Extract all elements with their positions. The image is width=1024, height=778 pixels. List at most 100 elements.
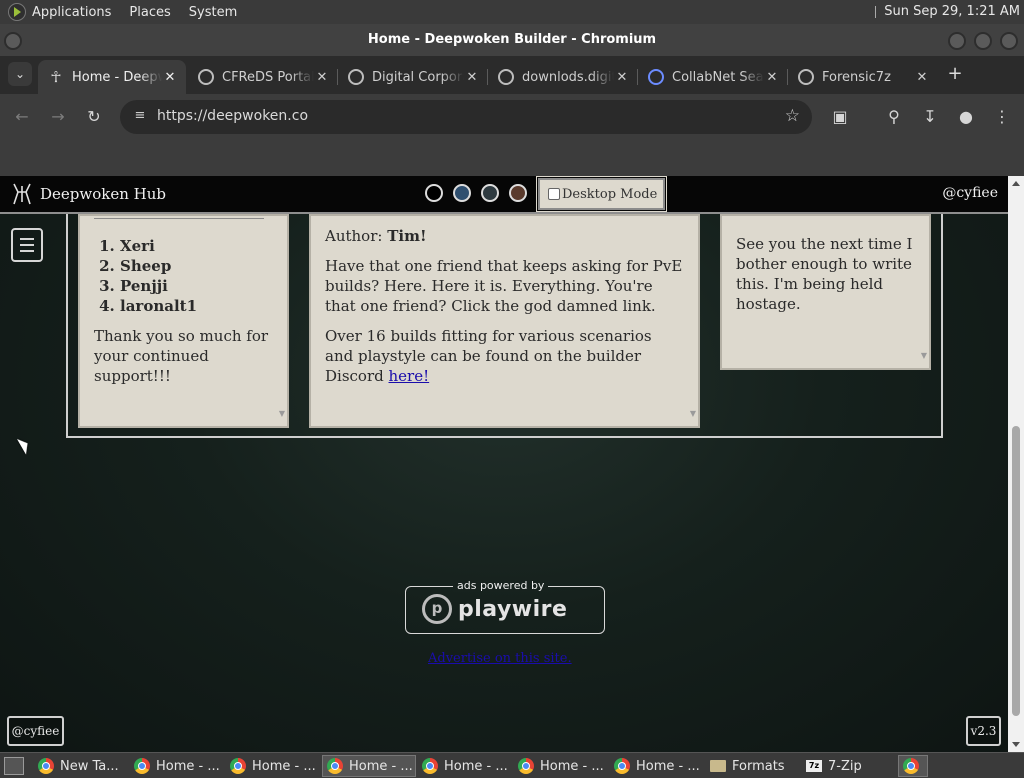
- menu-places[interactable]: Places: [129, 5, 170, 20]
- distro-logo-icon[interactable]: [8, 3, 26, 21]
- note-card: See you the next time I bother enough to…: [720, 214, 931, 370]
- scroll-down-arrow-icon[interactable]: [1012, 742, 1020, 747]
- theme-swatch[interactable]: [509, 184, 527, 202]
- taskbar-item-label: Home - ...: [540, 758, 604, 774]
- reload-icon[interactable]: ↻: [82, 105, 106, 129]
- resize-handle-icon[interactable]: ▼: [690, 404, 696, 424]
- window-titlebar[interactable]: Home - Deepwoken Builder - Chromium: [0, 24, 1024, 56]
- tab-label: downlods.digitalcorpora: [522, 69, 614, 85]
- site-info-icon[interactable]: ≡: [132, 108, 148, 124]
- tab-label: Digital Corpora: [372, 69, 464, 85]
- resize-handle-icon[interactable]: ▼: [921, 346, 927, 366]
- chromium-icon: [327, 758, 343, 774]
- menu-system[interactable]: System: [189, 5, 237, 20]
- theme-swatch[interactable]: [425, 184, 443, 202]
- user-handle[interactable]: @cyfiee: [942, 185, 998, 201]
- close-icon[interactable]: ✕: [162, 70, 178, 85]
- discord-link[interactable]: here!: [389, 367, 430, 385]
- maximize-icon[interactable]: [974, 32, 992, 50]
- chromium-icon: [422, 758, 438, 774]
- download-icon[interactable]: ↧: [918, 105, 942, 129]
- card-divider: [94, 218, 264, 219]
- window-menu-icon[interactable]: [4, 32, 22, 50]
- deepwoken-logo-icon: [13, 183, 31, 205]
- taskbar-item-label: Formats: [732, 758, 785, 774]
- tab-collabnet[interactable]: CollabNet Search ✕: [638, 60, 788, 94]
- close-icon[interactable]: ✕: [764, 70, 780, 85]
- taskbar-item[interactable]: [898, 755, 928, 777]
- minimize-icon[interactable]: [948, 32, 966, 50]
- footer-handle-badge[interactable]: @cyfiee: [7, 716, 64, 746]
- version-badge: v2.3: [966, 716, 1001, 746]
- tab-forensic7z[interactable]: Forensic7z ✕: [788, 60, 938, 94]
- taskbar-item[interactable]: Home - ...: [418, 755, 510, 777]
- extensions-icon[interactable]: ▣: [828, 105, 852, 129]
- playwire-ad-badge[interactable]: ads powered by p playwire: [405, 579, 605, 634]
- post-paragraph: Over 16 builds fitting for various scena…: [325, 326, 684, 386]
- playwire-wordmark: playwire: [458, 596, 568, 622]
- page-scrollbar[interactable]: [1008, 176, 1024, 752]
- profile-icon[interactable]: ●: [954, 105, 978, 129]
- globe-icon: [498, 69, 514, 85]
- chromium-icon: [518, 758, 534, 774]
- scrollbar-thumb[interactable]: [1012, 426, 1020, 716]
- page-viewport: Deepwoken Hub Desktop Mode @cyfiee Xeri …: [0, 176, 1008, 752]
- tab-digital-corpora[interactable]: Digital Corpora ✕: [338, 60, 488, 94]
- search-icon: [648, 69, 664, 85]
- bookmark-star-icon[interactable]: ☆: [785, 106, 800, 126]
- close-icon[interactable]: ✕: [314, 70, 330, 85]
- chromium-icon: [134, 758, 150, 774]
- new-tab-button[interactable]: +: [944, 64, 966, 86]
- tab-downloads[interactable]: downlods.digitalcorpora ✕: [488, 60, 638, 94]
- desktop-mode-checkbox[interactable]: [548, 188, 560, 200]
- post-paragraph: Have that one friend that keeps asking f…: [325, 257, 683, 315]
- desktop-mode-toggle[interactable]: Desktop Mode: [536, 176, 667, 212]
- tab-label: Forensic7z: [822, 69, 891, 85]
- scroll-up-arrow-icon[interactable]: [1012, 181, 1020, 186]
- brand-name: Deepwoken Hub: [40, 185, 166, 203]
- site-header: Deepwoken Hub Desktop Mode @cyfiee: [0, 176, 1008, 214]
- chromium-icon: [38, 758, 54, 774]
- taskbar-item[interactable]: New Ta...: [34, 755, 126, 777]
- taskbar-item[interactable]: Home - ...: [610, 755, 702, 777]
- theme-swatch[interactable]: [453, 184, 471, 202]
- supporter-name: laronalt1: [120, 296, 287, 316]
- panel-clock[interactable]: Sun Sep 29, 1:21 AM: [875, 4, 1020, 19]
- deepwoken-icon: ☥: [50, 68, 62, 86]
- supporter-name: Sheep: [120, 256, 287, 276]
- menu-applications[interactable]: Applications: [32, 5, 111, 20]
- tab-deepwoken[interactable]: ☥ Home - Deepwoken Builder ✕: [38, 60, 186, 94]
- brand[interactable]: Deepwoken Hub: [10, 182, 166, 206]
- close-icon[interactable]: ✕: [914, 70, 930, 85]
- address-bar[interactable]: ≡ https://deepwoken.co ☆: [120, 100, 812, 134]
- post-text: Over 16 builds fitting for various scena…: [325, 327, 652, 385]
- taskbar-item[interactable]: Formats: [706, 755, 798, 777]
- supporters-card: Xeri Sheep Penjji laronalt1 Thank you so…: [78, 214, 289, 428]
- url-text[interactable]: https://deepwoken.co: [157, 108, 308, 124]
- taskbar-item-label: Home - ...: [636, 758, 700, 774]
- taskbar-item[interactable]: Home - ...: [514, 755, 606, 777]
- menu-line: [20, 244, 34, 246]
- supporters-thanks: Thank you so much for your continued sup…: [94, 327, 269, 385]
- show-desktop-icon[interactable]: [4, 757, 24, 775]
- advertise-link[interactable]: Advertise on this site.: [428, 651, 572, 666]
- taskbar-item[interactable]: Home - ...: [130, 755, 222, 777]
- tab-search-button[interactable]: ⌄: [8, 62, 32, 86]
- more-menu-icon[interactable]: ⋮: [990, 105, 1014, 129]
- close-icon[interactable]: ✕: [464, 70, 480, 85]
- taskbar-item[interactable]: 7z 7-Zip: [802, 755, 894, 777]
- back-arrow-icon[interactable]: ←: [10, 105, 34, 129]
- tab-cfreds[interactable]: CFReDS Portal ✕: [188, 60, 338, 94]
- taskbar-item-label: Home - ...: [252, 758, 316, 774]
- taskbar-item-label: New Ta...: [60, 758, 119, 774]
- top-panel: Applications Places System Sun Sep 29, 1…: [0, 0, 1024, 24]
- theme-swatch[interactable]: [481, 184, 499, 202]
- taskbar-item-active[interactable]: Home - ...: [322, 755, 416, 777]
- hamburger-menu-icon[interactable]: [11, 228, 43, 262]
- resize-handle-icon[interactable]: ▼: [279, 404, 285, 424]
- taskbar-item[interactable]: Home - ...: [226, 755, 318, 777]
- forward-arrow-icon[interactable]: →: [46, 105, 70, 129]
- close-window-icon[interactable]: [1000, 32, 1018, 50]
- close-icon[interactable]: ✕: [614, 70, 630, 85]
- labs-flask-icon[interactable]: ⚲: [882, 105, 906, 129]
